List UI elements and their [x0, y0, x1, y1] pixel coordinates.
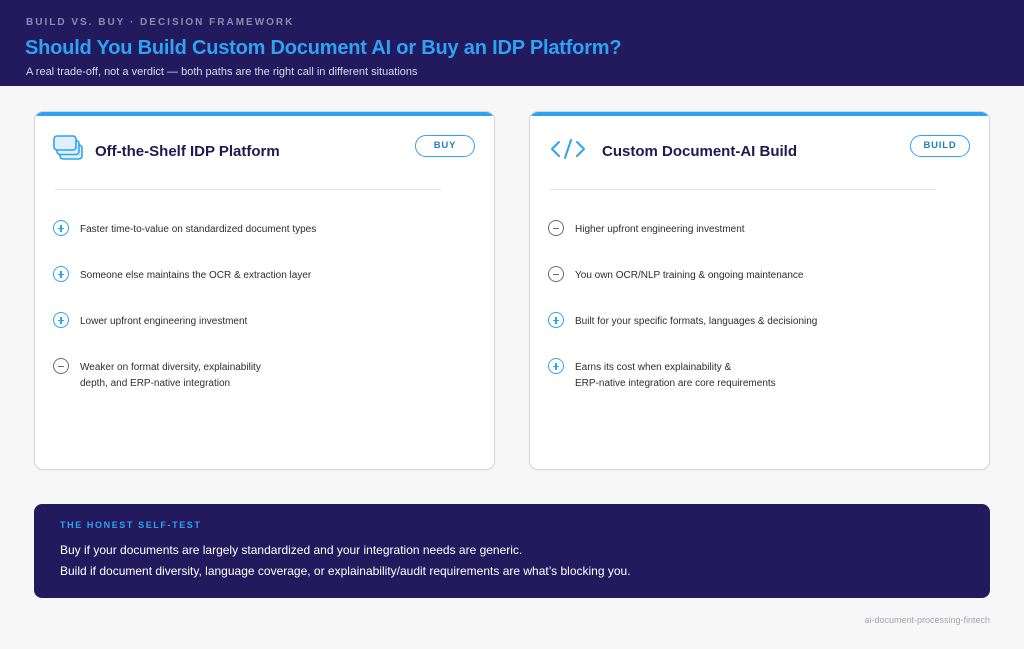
item-text-line: depth, and ERP-native integration [80, 378, 231, 389]
footer-source: ai-document-processing-fintech [864, 615, 990, 625]
item-text-line: Earns its cost when explainability & [575, 362, 732, 373]
page-title: Should You Build Custom Document AI or B… [25, 37, 622, 59]
item-text-line: ERP-native integration are core requirem… [575, 378, 776, 389]
self-test-build-line: Build if document diversity, language co… [60, 564, 631, 578]
card-title: Off-the-Shelf IDP Platform [95, 143, 280, 160]
item-text: Earns its cost when explainability & ERP… [575, 360, 955, 392]
eyebrow: BUILD VS. BUY · DECISION FRAMEWORK [26, 17, 295, 28]
item-text: Lower upfront engineering investment [80, 316, 248, 327]
page-subtitle: A real trade-off, not a verdict — both p… [26, 66, 418, 78]
item-text-line: Weaker on format diversity, explainabili… [80, 362, 261, 373]
minus-circle-icon [53, 358, 69, 374]
item-text: Weaker on format diversity, explainabili… [80, 360, 460, 392]
build-badge[interactable]: BUILD [910, 135, 970, 157]
card-accent-bar [35, 112, 494, 116]
item-text: Built for your specific formats, languag… [575, 316, 818, 327]
self-test-buy-line: Buy if your documents are largely standa… [60, 543, 523, 557]
self-test-panel: THE HONEST SELF-TEST Buy if your documen… [34, 504, 990, 598]
minus-circle-icon [548, 220, 564, 236]
plus-circle-icon [53, 266, 69, 282]
buy-badge[interactable]: BUY [415, 135, 475, 157]
header: BUILD VS. BUY · DECISION FRAMEWORK Shoul… [0, 0, 1024, 86]
build-card: Custom Document-AI Build BUILD Higher up… [529, 111, 990, 470]
item-text: Higher upfront engineering investment [575, 224, 745, 235]
plus-circle-icon [53, 220, 69, 236]
card-title: Custom Document-AI Build [602, 143, 797, 160]
code-brackets-icon [550, 138, 586, 160]
item-text: Someone else maintains the OCR & extract… [80, 270, 312, 281]
buy-card: Off-the-Shelf IDP Platform BUY Faster ti… [34, 111, 495, 470]
card-accent-bar [530, 112, 989, 116]
stacked-documents-icon [53, 134, 85, 164]
divider [550, 189, 936, 190]
item-text: Faster time-to-value on standardized doc… [80, 224, 317, 235]
divider [55, 189, 441, 190]
plus-circle-icon [548, 312, 564, 328]
self-test-label: THE HONEST SELF-TEST [60, 520, 202, 530]
plus-circle-icon [53, 312, 69, 328]
item-text: You own OCR/NLP training & ongoing maint… [575, 270, 804, 281]
minus-circle-icon [548, 266, 564, 282]
plus-circle-icon [548, 358, 564, 374]
